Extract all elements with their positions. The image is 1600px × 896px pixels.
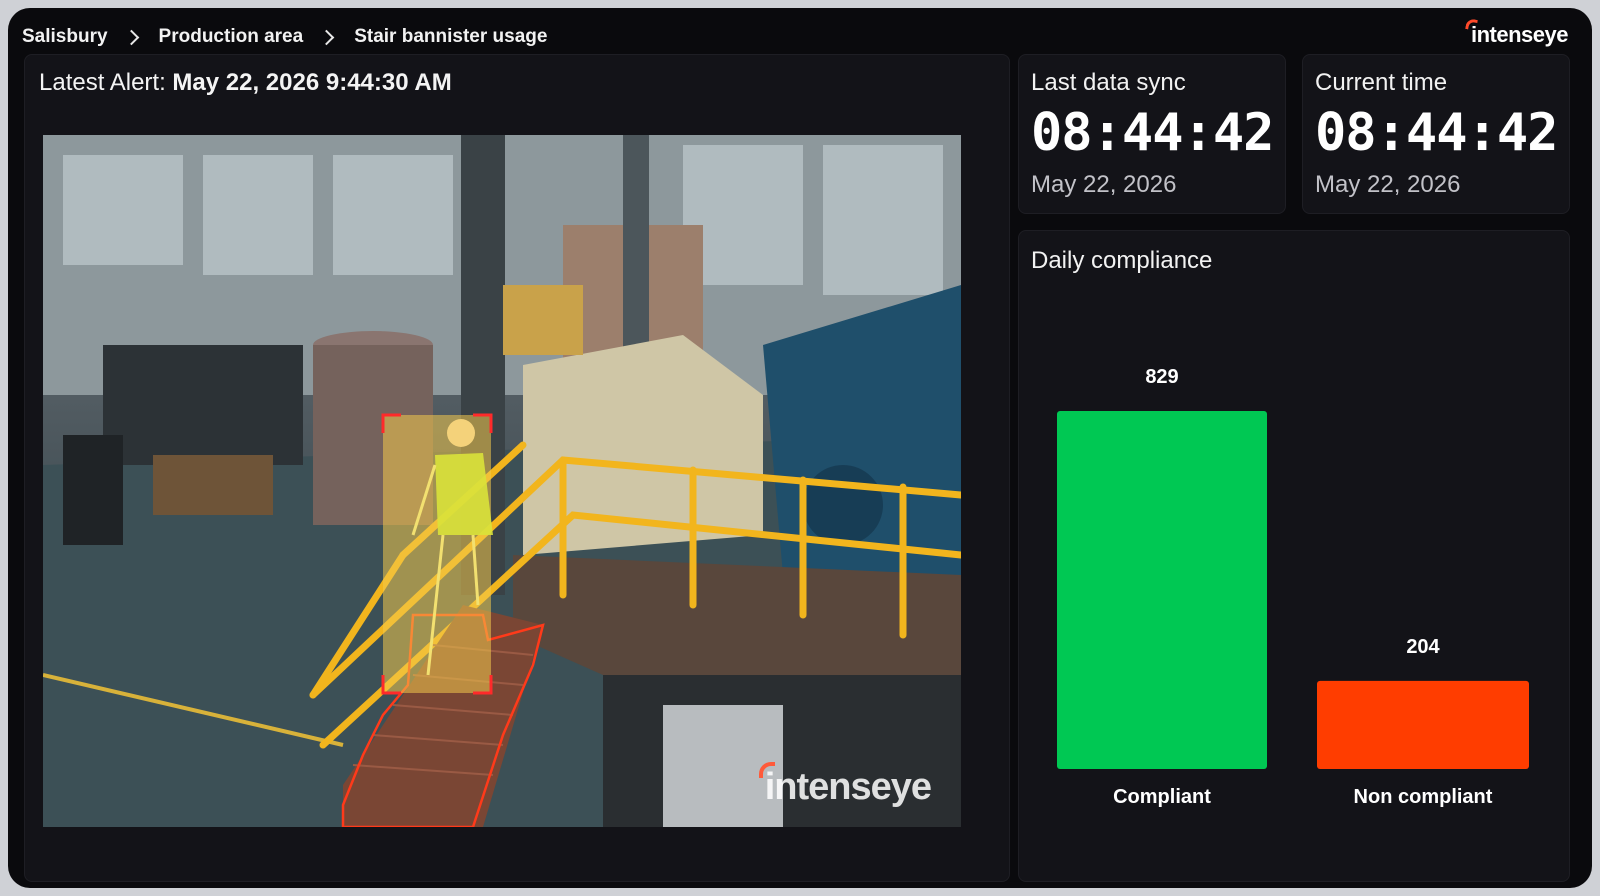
chevron-right-icon xyxy=(318,29,335,45)
latest-alert-label: Latest Alert: xyxy=(39,69,166,96)
dashboard-frame: Salisbury Production area Stair banniste… xyxy=(8,8,1592,888)
compliance-chart: 829 Compliant 204 Non compliant xyxy=(1057,366,1529,808)
last-sync-label: Last data sync xyxy=(1031,69,1186,96)
yellow-machine-box xyxy=(503,285,583,355)
watermark-text: intenseye xyxy=(764,766,932,808)
latest-alert: Latest Alert: May 22, 2026 9:44:30 AM xyxy=(39,69,452,97)
breadcrumb-item-site[interactable]: Salisbury xyxy=(22,26,108,48)
camera-panel: Latest Alert: May 22, 2026 9:44:30 AM in… xyxy=(24,54,1010,882)
camera-feed[interactable]: intenseye xyxy=(43,135,961,827)
shelving-rack xyxy=(103,345,303,465)
camera-watermark: intenseye xyxy=(758,762,932,809)
bar-category-label: Non compliant xyxy=(1354,786,1493,808)
breadcrumb-item-rule: Stair bannister usage xyxy=(354,26,548,47)
current-time-label: Current time xyxy=(1315,69,1448,96)
camera-scene xyxy=(43,135,961,827)
daily-compliance-card: 829 Compliant 204 Non compliant Daily compl… xyxy=(1018,230,1570,882)
last-sync-date: May 22, 2026 xyxy=(1031,171,1177,198)
chevron-right-icon xyxy=(123,29,139,45)
cabinet xyxy=(63,435,123,545)
latest-alert-value: May 22, 2026 9:44:30 AM xyxy=(172,69,452,96)
brand-name: intenseye xyxy=(1471,22,1569,47)
last-sync-card: Last data sync 08:44:42 May 22, 2026 xyxy=(1018,54,1286,214)
bar-value-label: 829 xyxy=(1145,366,1178,388)
last-sync-time: 08:44:42 xyxy=(1031,103,1274,163)
chart-title: Daily compliance xyxy=(1031,247,1213,274)
breadcrumb: Salisbury Production area Stair banniste… xyxy=(22,26,547,48)
bar-value-label: 204 xyxy=(1406,636,1440,658)
bar-non-compliant[interactable] xyxy=(1317,680,1529,769)
bar-category-label: Compliant xyxy=(1113,786,1211,808)
pallet-stack xyxy=(153,455,273,515)
brand-logo: intenseye xyxy=(1465,18,1569,48)
bar-compliant[interactable] xyxy=(1057,411,1267,769)
current-time-date: May 22, 2026 xyxy=(1315,171,1461,198)
brand-mark-icon xyxy=(1465,18,1478,31)
current-time-card: Current time 08:44:42 May 22, 2026 xyxy=(1302,54,1570,214)
breadcrumb-item-area[interactable]: Production area xyxy=(159,26,304,48)
current-time-value: 08:44:42 xyxy=(1315,103,1558,163)
machine-wheel xyxy=(803,465,883,545)
